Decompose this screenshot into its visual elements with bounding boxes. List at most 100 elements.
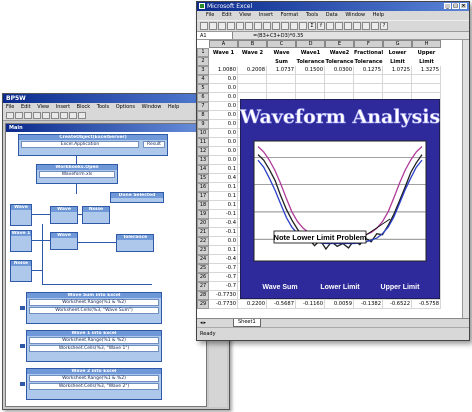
table-cell[interactable]: 0.0 — [209, 111, 238, 120]
table-cell[interactable]: -0.1160 — [296, 300, 325, 309]
sheet-tab[interactable]: Sheet1 — [233, 319, 261, 327]
table-cell[interactable]: -0.1 — [209, 210, 238, 219]
table-cell[interactable]: -0.7 — [209, 273, 238, 282]
table-cell[interactable]: 0.1 — [209, 183, 238, 192]
table-cell[interactable]: 0.0 — [209, 156, 238, 165]
row-header[interactable]: 9 — [197, 120, 209, 129]
table-cell[interactable] — [267, 84, 296, 93]
input-pin[interactable] — [20, 382, 25, 386]
copy-icon[interactable] — [263, 22, 271, 30]
cut-icon[interactable] — [254, 22, 262, 30]
table-cell[interactable]: -0.7730 — [209, 291, 238, 300]
wave-source-block[interactable]: Wave — [10, 204, 32, 226]
column-title-cell[interactable]: Lower — [383, 50, 412, 56]
table-cell[interactable]: -0.7 — [209, 264, 238, 273]
column-title-cell[interactable]: Wave — [267, 50, 296, 56]
table-cell[interactable] — [325, 84, 354, 93]
row-header[interactable]: 3 — [197, 66, 209, 75]
table-cell[interactable]: -0.5687 — [267, 300, 296, 309]
column-header[interactable]: C — [267, 40, 296, 48]
spell-icon[interactable] — [245, 22, 253, 30]
row-header[interactable]: 10 — [197, 129, 209, 138]
open-icon[interactable] — [15, 112, 23, 119]
menu-item[interactable]: Format — [281, 12, 299, 18]
menu-item[interactable]: Insert — [259, 12, 273, 18]
table-cell[interactable]: 0.1 — [209, 246, 238, 255]
column-header[interactable]: A — [209, 40, 238, 48]
sort-asc-icon[interactable] — [326, 22, 334, 30]
row-header[interactable]: 8 — [197, 111, 209, 120]
row-header[interactable]: 5 — [197, 84, 209, 93]
redo-icon[interactable] — [290, 22, 298, 30]
tab-scroll-arrows[interactable]: ◂▸ — [200, 320, 207, 326]
wave2-excel-block[interactable]: Wave 2 into Excel Worksheet.Range(%1 & %… — [26, 368, 162, 400]
table-cell[interactable]: -0.6522 — [383, 300, 412, 309]
create-object-block[interactable]: CreateObject(ExcelServer) Excel.Applicat… — [18, 134, 168, 156]
row-header[interactable]: 26 — [197, 273, 209, 282]
wave1-source-block[interactable]: Wave 1 — [10, 230, 32, 252]
table-cell[interactable]: 0.2200 — [238, 300, 267, 309]
zoom-icon[interactable] — [371, 22, 379, 30]
table-cell[interactable] — [296, 75, 325, 84]
noise-source-block[interactable]: Noise — [10, 260, 32, 282]
table-cell[interactable] — [238, 75, 267, 84]
table-cell[interactable] — [383, 84, 412, 93]
menu-item[interactable]: File — [6, 104, 14, 110]
row-header[interactable]: 2 — [197, 57, 209, 66]
column-header[interactable]: D — [296, 40, 325, 48]
close-icon[interactable]: × — [460, 3, 467, 9]
help-icon[interactable]: ? — [380, 22, 388, 30]
preview-icon[interactable] — [236, 22, 244, 30]
table-cell[interactable]: 0.0300 — [325, 66, 354, 75]
vertical-scrollbar[interactable] — [462, 40, 469, 318]
row-header[interactable]: 21 — [197, 228, 209, 237]
column-title-cell[interactable]: Upper — [412, 50, 441, 56]
table-cell[interactable]: 1.0737 — [267, 66, 296, 75]
menu-item[interactable]: Window — [142, 104, 162, 110]
column-title-cell[interactable]: Tolerance — [354, 59, 383, 65]
waveform-chart[interactable]: Waveform Analysis Note Lower Limit Proble… — [240, 99, 440, 299]
run-icon[interactable] — [60, 112, 68, 119]
column-title-cell[interactable]: Tolerance — [296, 59, 325, 65]
table-cell[interactable]: 0.1 — [209, 192, 238, 201]
wave-sum-excel-block[interactable]: Wave Sum into Excel Worksheet.Range(%1 &… — [26, 292, 162, 324]
paste-icon[interactable] — [272, 22, 280, 30]
save-icon[interactable] — [24, 112, 32, 119]
diagram-canvas[interactable]: CreateObject(ExcelServer) Excel.Applicat… — [6, 132, 206, 406]
formula-input[interactable]: =(B3+C3+D3)*0.35 — [233, 32, 303, 39]
sort-desc-icon[interactable] — [335, 22, 343, 30]
table-cell[interactable]: -0.4 — [209, 255, 238, 264]
table-cell[interactable]: -0.4 — [209, 219, 238, 228]
column-header[interactable]: B — [238, 40, 267, 48]
menu-item[interactable]: Tools — [306, 12, 318, 18]
paste-icon[interactable] — [51, 112, 59, 119]
column-header[interactable]: G — [383, 40, 412, 48]
table-cell[interactable]: 0.0 — [209, 93, 238, 102]
table-cell[interactable] — [412, 75, 441, 84]
table-cell[interactable] — [238, 84, 267, 93]
row-header[interactable]: 18 — [197, 201, 209, 210]
table-cell[interactable] — [383, 75, 412, 84]
column-header[interactable]: F — [354, 40, 383, 48]
table-cell[interactable]: -0.1382 — [354, 300, 383, 309]
column-title-cell[interactable]: Tolerance — [325, 59, 354, 65]
table-cell[interactable]: 1.0725 — [383, 66, 412, 75]
table-cell[interactable]: 0.0 — [209, 129, 238, 138]
cut-icon[interactable] — [33, 112, 41, 119]
chart-wizard-icon[interactable] — [344, 22, 352, 30]
row-header[interactable]: 23 — [197, 246, 209, 255]
menu-item[interactable]: Data — [326, 12, 338, 18]
table-cell[interactable]: 0.1 — [209, 201, 238, 210]
table-cell[interactable] — [412, 84, 441, 93]
menu-item[interactable]: Help — [168, 104, 179, 110]
row-header[interactable]: 28 — [197, 291, 209, 300]
column-header[interactable]: H — [412, 40, 441, 48]
wave-process-block[interactable]: Wave — [50, 206, 78, 224]
row-header[interactable]: 24 — [197, 255, 209, 264]
row-header[interactable]: 17 — [197, 192, 209, 201]
zoom-icon[interactable] — [78, 112, 86, 119]
menu-item[interactable]: Block — [77, 104, 91, 110]
row-header[interactable]: 20 — [197, 219, 209, 228]
row-header[interactable]: 22 — [197, 237, 209, 246]
name-box[interactable]: A1 — [197, 32, 233, 39]
